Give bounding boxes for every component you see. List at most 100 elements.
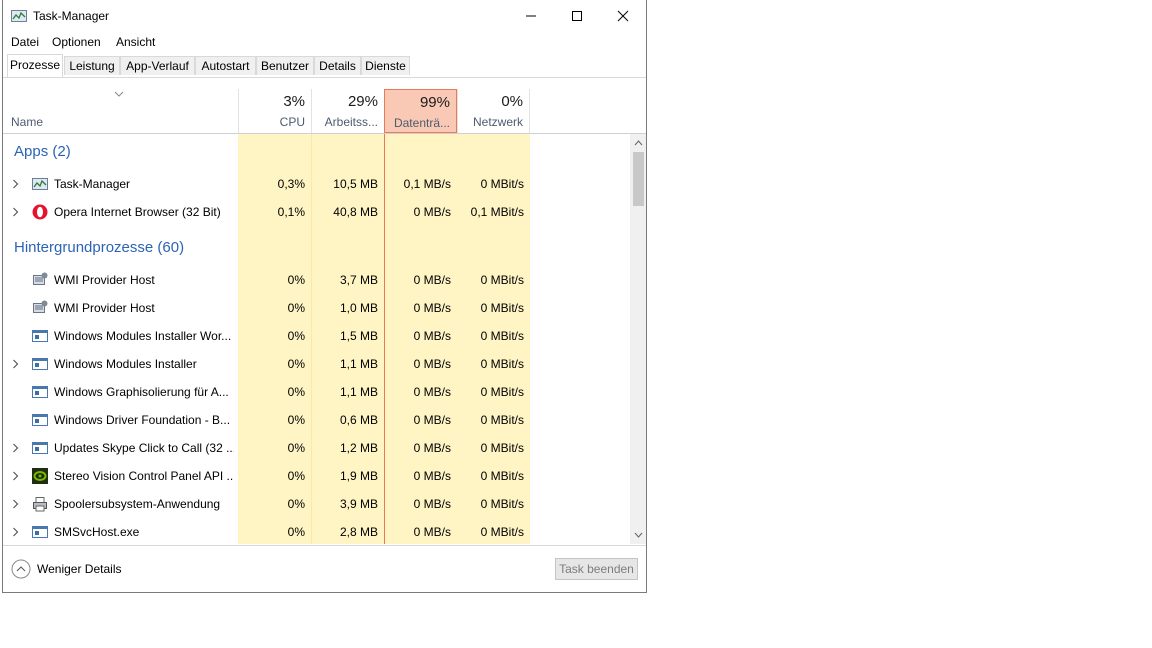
expand-chevron-icon[interactable] xyxy=(12,499,19,509)
process-disk: 0 MB/s xyxy=(413,273,451,287)
process-disk: 0 MB/s xyxy=(413,205,451,219)
process-cpu: 0% xyxy=(287,413,305,427)
process-disk: 0 MB/s xyxy=(413,301,451,315)
process-name: Windows Modules Installer xyxy=(54,357,197,371)
cpu-percent: 3% xyxy=(283,93,305,110)
fewer-details-link[interactable]: Weniger Details xyxy=(37,562,121,576)
wmi-icon xyxy=(33,300,48,313)
process-net: 0 MBit/s xyxy=(480,525,524,539)
group-apps: Apps (2) xyxy=(3,138,630,166)
task-manager-icon xyxy=(32,178,48,190)
tab-app-verlauf[interactable]: App-Verlauf xyxy=(120,56,195,75)
wmi-icon xyxy=(33,272,48,285)
process-cpu: 0% xyxy=(287,357,305,371)
collapse-up-icon[interactable] xyxy=(11,559,31,579)
scroll-down-icon[interactable] xyxy=(634,532,643,538)
process-name: WMI Provider Host xyxy=(54,273,155,287)
column-cpu[interactable]: 3% CPU xyxy=(238,89,311,133)
window-icon xyxy=(32,414,48,426)
disk-percent: 99% xyxy=(419,94,450,111)
close-button[interactable] xyxy=(600,0,646,32)
expand-chevron-icon[interactable] xyxy=(12,359,19,369)
process-disk: 0 MB/s xyxy=(413,441,451,455)
printer-icon xyxy=(33,497,47,512)
scrollbar-thumb[interactable] xyxy=(633,152,644,206)
tab-prozesse[interactable]: Prozesse xyxy=(7,54,63,77)
scroll-up-icon[interactable] xyxy=(634,140,643,146)
process-disk: 0 MB/s xyxy=(413,497,451,511)
vertical-scrollbar[interactable] xyxy=(630,134,646,544)
window-icon xyxy=(32,442,48,454)
process-name: Windows Driver Foundation - B... xyxy=(54,413,231,427)
maximize-icon xyxy=(572,11,582,21)
tab-dienste[interactable]: Dienste xyxy=(361,56,410,75)
column-header: Name 3% CPU 29% Arbeitss... 99% Datenträ… xyxy=(3,89,646,134)
opera-icon xyxy=(32,204,48,220)
expand-chevron-icon[interactable] xyxy=(12,207,19,217)
process-net: 0 MBit/s xyxy=(480,413,524,427)
process-disk: 0 MB/s xyxy=(413,329,451,343)
process-row[interactable]: SMSvcHost.exe 0% 2,8 MB 0 MB/s 0 MBit/s xyxy=(3,518,630,544)
expand-chevron-icon[interactable] xyxy=(12,179,19,189)
group-title: Apps (2) xyxy=(14,143,71,160)
tab-bar: Prozesse Leistung App-Verlauf Autostart … xyxy=(3,54,646,78)
minimize-button[interactable] xyxy=(508,0,554,32)
process-disk: 0 MB/s xyxy=(413,525,451,539)
process-cpu: 0% xyxy=(287,441,305,455)
process-mem: 40,8 MB xyxy=(333,205,378,219)
process-row[interactable]: Stereo Vision Control Panel API ... 0% 1,9… xyxy=(3,462,630,490)
process-row[interactable]: WMI Provider Host 0% 1,0 MB 0 MB/s 0 MBit/s xyxy=(3,294,630,322)
memory-percent: 29% xyxy=(347,93,378,110)
tab-details[interactable]: Details xyxy=(314,56,361,75)
column-disk[interactable]: 99% Datenträ... xyxy=(384,89,457,133)
process-disk: 0 MB/s xyxy=(413,385,451,399)
process-net: 0 MBit/s xyxy=(480,329,524,343)
process-disk: 0 MB/s xyxy=(413,469,451,483)
process-name: Spoolersubsystem-Anwendung xyxy=(54,497,221,511)
process-net: 0 MBit/s xyxy=(480,497,524,511)
process-disk: 0,1 MB/s xyxy=(403,177,451,191)
menu-optionen[interactable]: Optionen xyxy=(52,35,101,49)
menu-datei[interactable]: Datei xyxy=(11,35,39,49)
process-cpu: 0% xyxy=(287,301,305,315)
expand-chevron-icon[interactable] xyxy=(12,471,19,481)
process-row[interactable]: Windows Modules Installer 0% 1,1 MB 0 MB/s 0… xyxy=(3,350,630,378)
process-mem: 1,1 MB xyxy=(339,357,378,371)
tab-leistung[interactable]: Leistung xyxy=(64,56,120,75)
process-row[interactable]: WMI Provider Host 0% 3,7 MB 0 MB/s 0 MBit/s xyxy=(3,266,630,294)
title-bar[interactable]: Task-Manager xyxy=(3,0,646,32)
column-memory[interactable]: 29% Arbeitss... xyxy=(311,89,384,133)
process-name: Opera Internet Browser (32 Bit) xyxy=(54,205,221,219)
maximize-button[interactable] xyxy=(554,0,600,32)
column-name[interactable]: Name xyxy=(11,115,43,129)
menu-ansicht[interactable]: Ansicht xyxy=(116,35,155,49)
process-row[interactable]: Windows Graphisolierung für A... 0% 1,1 MB… xyxy=(3,378,630,406)
expand-chevron-icon[interactable] xyxy=(12,443,19,453)
process-row[interactable]: Task-Manager 0,3% 10,5 MB 0,1 MB/s 0 MBit/s xyxy=(3,170,630,198)
process-row[interactable]: Updates Skype Click to Call (32 ... 0% 1,2… xyxy=(3,434,630,462)
close-icon xyxy=(617,10,629,22)
process-cpu: 0% xyxy=(287,385,305,399)
process-net: 0,1 MBit/s xyxy=(470,205,524,219)
tab-benutzer[interactable]: Benutzer xyxy=(256,56,314,75)
process-mem: 2,8 MB xyxy=(339,525,378,539)
minimize-icon xyxy=(526,15,536,17)
column-network[interactable]: 0% Netzwerk xyxy=(457,89,530,133)
process-mem: 1,2 MB xyxy=(339,441,378,455)
window-icon xyxy=(32,526,48,538)
process-name: SMSvcHost.exe xyxy=(54,525,140,539)
process-mem: 0,6 MB xyxy=(339,413,378,427)
process-row[interactable]: Windows Driver Foundation - B... 0% 0,6 MB… xyxy=(3,406,630,434)
process-cpu: 0% xyxy=(287,273,305,287)
process-net: 0 MBit/s xyxy=(480,177,524,191)
expand-chevron-icon[interactable] xyxy=(12,527,19,537)
process-row[interactable]: Opera Internet Browser (32 Bit) 0,1% 40,8 … xyxy=(3,198,630,226)
process-row[interactable]: Windows Modules Installer Wor... 0% 1,5 MB… xyxy=(3,322,630,350)
process-name: Task-Manager xyxy=(54,177,131,191)
window-icon xyxy=(32,386,48,398)
process-cpu: 0% xyxy=(287,525,305,539)
process-disk: 0 MB/s xyxy=(413,357,451,371)
process-row[interactable]: Spoolersubsystem-Anwendung 0% 3,9 MB 0 MB/s… xyxy=(3,490,630,518)
tab-autostart[interactable]: Autostart xyxy=(195,56,256,75)
end-task-button[interactable]: Task beenden xyxy=(555,558,638,580)
